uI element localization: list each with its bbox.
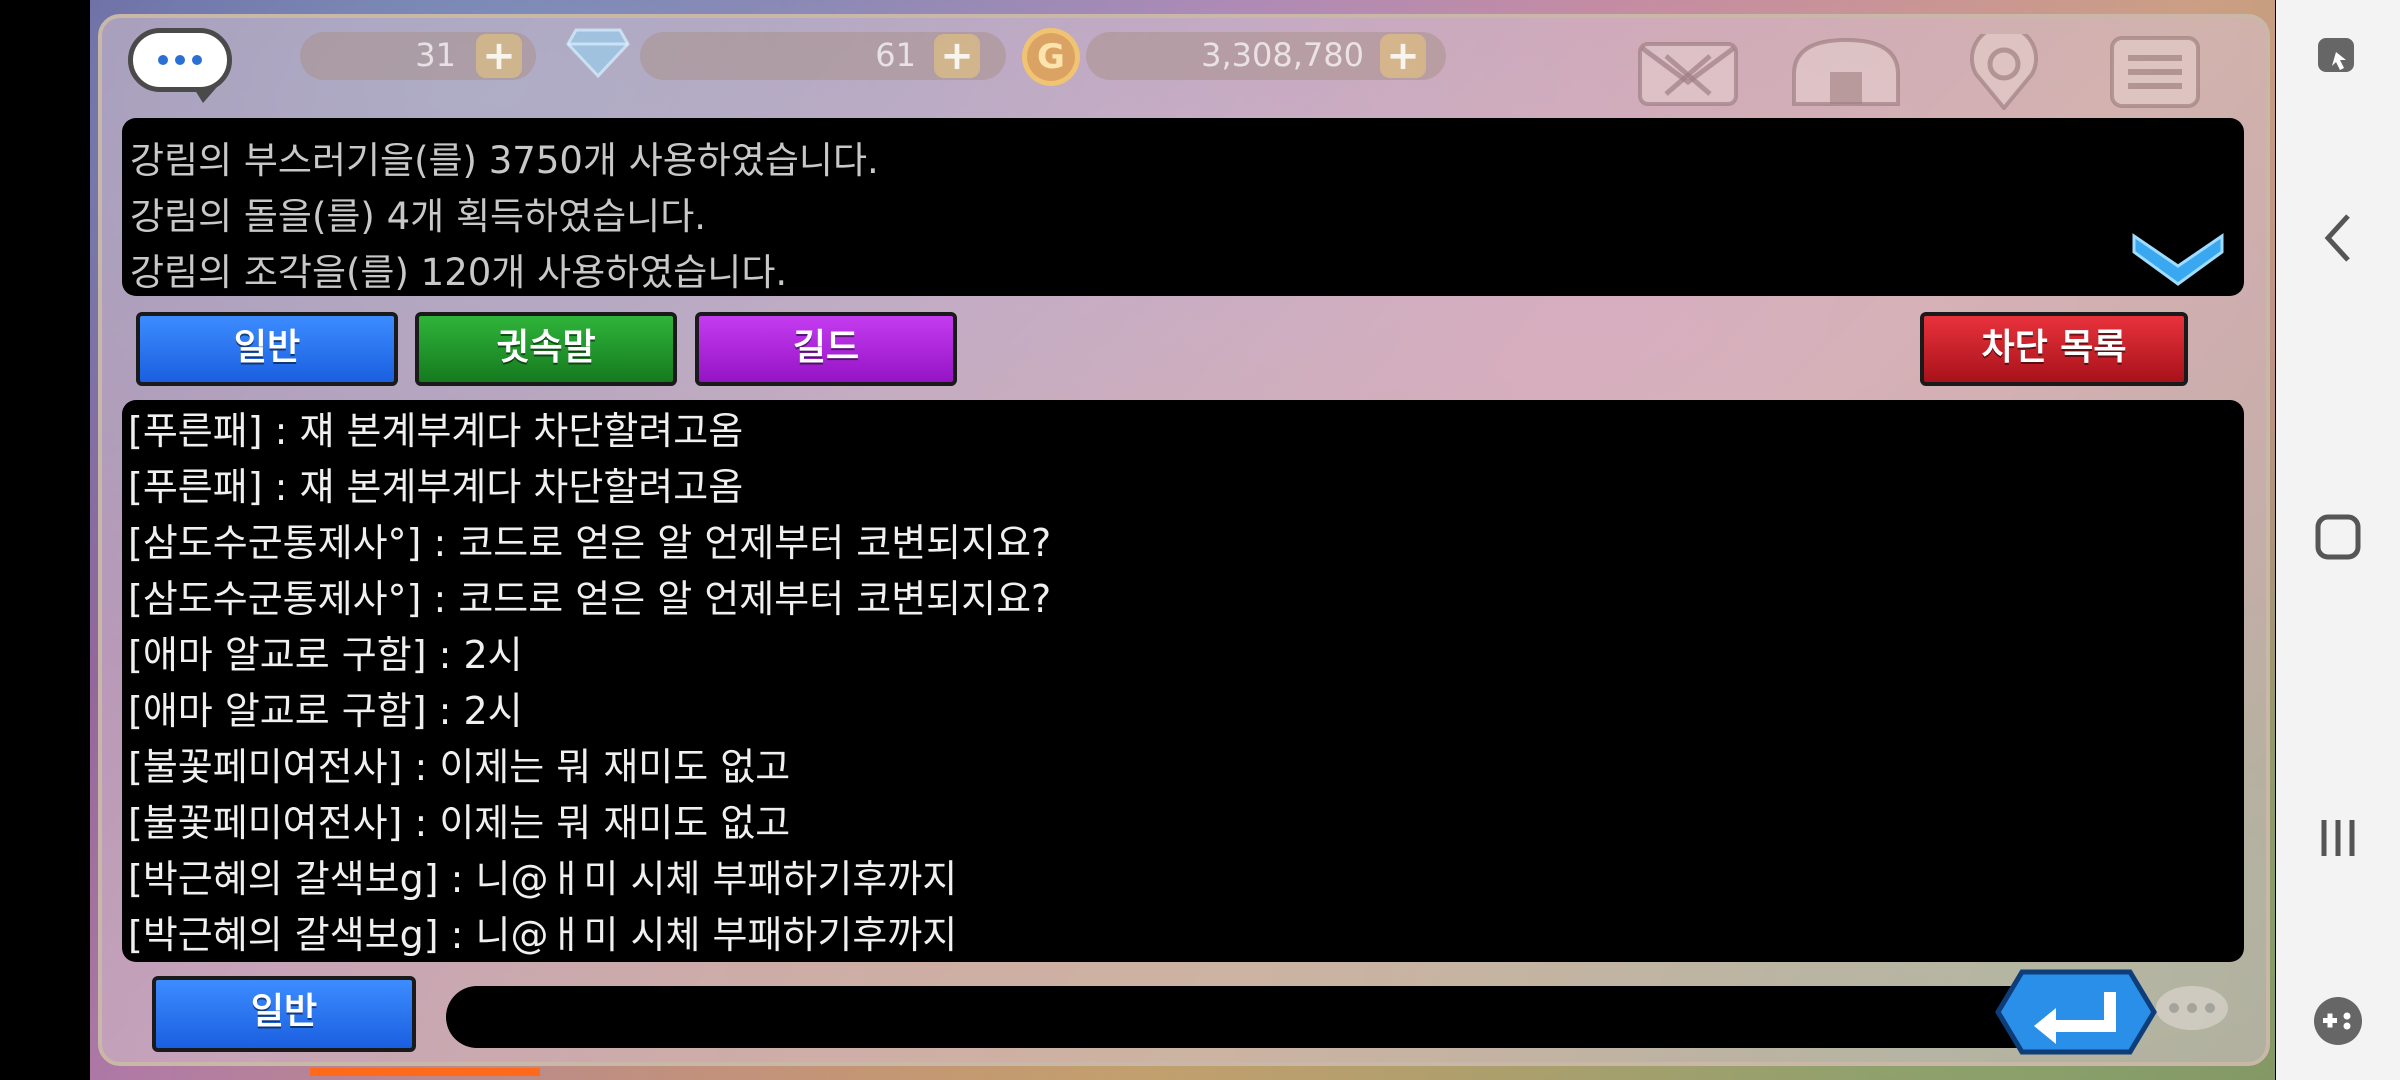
recent-apps-icon[interactable] [2276,816,2400,860]
block-list-button[interactable]: 차단 목록 [1920,312,2188,386]
system-message: 강림의 조각을(를) 120개 사용하였습니다. [130,251,788,294]
currency1-plus-button[interactable]: + [476,34,522,78]
send-button[interactable] [1994,968,2158,1056]
chat-message: [푸른패] : 쟤 본계부계다 차단할려고옴 [128,465,744,509]
android-nav-bar [2276,0,2400,1080]
chat-input[interactable] [446,986,2066,1048]
coin-icon: G [1022,28,1080,86]
tab-guild[interactable]: 길드 [695,312,957,386]
chevron-down-icon[interactable] [2130,228,2226,288]
chat-message: [불꽃페미여전사] : 이제는 뭐 재미도 없고 [128,745,791,789]
chat-bubble-icon [2156,986,2228,1030]
currency1-value: 31 [415,36,456,74]
currency2-value: 61 [875,36,916,74]
back-icon[interactable] [2276,208,2400,268]
system-message: 강림의 부스러기을(를) 3750개 사용하였습니다. [130,139,879,182]
currency2-plus-button[interactable]: + [934,34,980,78]
settings-icon[interactable] [1962,34,2046,110]
shop-icon[interactable] [1784,34,1908,110]
bottom-deco-strip [310,1068,540,1076]
gem-icon [566,28,630,78]
chat-message: [불꽃페미여전사] : 이제는 뭐 재미도 없고 [128,801,791,845]
chat-message: [삼도수군통제사°] : 코드로 얻은 알 언제부터 코변되지요? [128,521,1052,565]
gold-plus-button[interactable]: + [1380,34,1426,78]
chat-log[interactable]: [푸른패] : 쟤 본계부계다 차단할려고옴 [푸른패] : 쟤 본계부계다 차… [122,400,2244,962]
tab-whisper[interactable]: 귓속말 [415,312,677,386]
chat-message: [삼도수군통제사°] : 코드로 얻은 알 언제부터 코변되지요? [128,577,1052,621]
mail-icon[interactable] [1636,34,1740,110]
system-message: 강림의 돌을(를) 4개 획득하였습니다. [130,195,707,238]
home-icon[interactable] [2276,512,2400,562]
game-tools-icon[interactable] [2276,30,2400,82]
tab-general[interactable]: 일반 [136,312,398,386]
game-controller-icon[interactable] [2276,994,2400,1048]
channel-select-button[interactable]: 일반 [152,976,416,1052]
chat-bubble-icon[interactable] [128,28,232,103]
chat-message: [박근혜의 갈색보g] : 니@ㅐ미 시체 부패하기후까지 [128,857,958,901]
system-message-panel: 강림의 부스러기을(를) 3750개 사용하였습니다. 강림의 돌을(를) 4개… [122,118,2244,296]
menu-icon[interactable] [2108,34,2202,110]
chat-message: [박근혜의 갈색보g] : 니@ㅐ미 시체 부패하기후까지 [128,913,958,957]
chat-message: [애마 알교로 구함] : 2시 [128,689,523,733]
chat-message: [푸른패] : 쟤 본계부계다 차단할려고옴 [128,409,744,453]
chat-message: [애마 알교로 구함] : 2시 [128,633,523,677]
gold-value: 3,308,780 [1201,36,1364,74]
